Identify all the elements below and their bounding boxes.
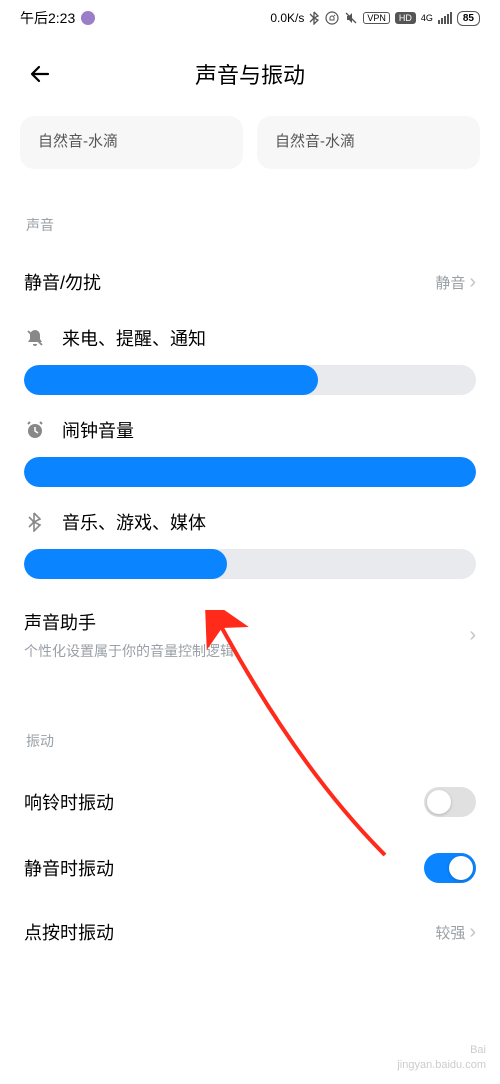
sound-assistant-row[interactable]: 声音助手 个性化设置属于你的音量控制逻辑 › [0, 587, 500, 675]
network-speed: 0.0K/s [270, 11, 304, 25]
signal-icon [438, 12, 452, 24]
ringtone-chip-left[interactable]: 自然音-水滴 [20, 116, 243, 169]
alarm-volume-label: 闹钟音量 [62, 417, 134, 443]
chevron-right-icon: › [469, 271, 476, 294]
ringtone-chip-right[interactable]: 自然音-水滴 [257, 116, 480, 169]
sound-section-label: 声音 [0, 179, 500, 253]
slider-fill [24, 457, 476, 487]
status-right: 0.0K/s VPN HD 4G 85 [270, 11, 480, 26]
slider-fill [24, 365, 318, 395]
chevron-right-icon: › [469, 921, 476, 944]
alarm-volume-slider[interactable] [24, 457, 476, 487]
sound-assistant-subtitle: 个性化设置属于你的音量控制逻辑 [24, 641, 234, 661]
page-header: 声音与振动 [0, 36, 500, 116]
notification-volume-slider[interactable] [24, 365, 476, 395]
tap-vibrate-row[interactable]: 点按时振动 较强 › [0, 901, 500, 961]
silent-vibrate-toggle[interactable] [424, 853, 476, 883]
status-left: 午后2:23 [20, 8, 95, 28]
silent-dnd-row[interactable]: 静音/勿扰 静音 › [0, 253, 500, 311]
network-type: 4G [421, 13, 433, 23]
chip-label: 自然音-水滴 [275, 133, 355, 150]
silent-dnd-value: 静音 › [435, 271, 476, 294]
tap-vibrate-value: 较强 › [435, 921, 476, 944]
slider-fill [24, 549, 227, 579]
chip-label: 自然音-水滴 [38, 133, 118, 150]
status-bar: 午后2:23 0.0K/s VPN HD 4G 85 [0, 0, 500, 36]
bell-mute-icon [24, 328, 46, 348]
mute-icon [344, 11, 358, 25]
media-volume-block: 音乐、游戏、媒体 [0, 495, 500, 587]
notification-volume-block: 来电、提醒、通知 [0, 311, 500, 403]
ring-vibrate-toggle[interactable] [424, 787, 476, 817]
hd-badge: HD [395, 12, 416, 24]
media-volume-label: 音乐、游戏、媒体 [62, 509, 206, 535]
sound-assistant-title: 声音助手 [24, 609, 234, 635]
alarm-clock-icon [24, 420, 46, 440]
watermark-line: jingyan.baidu.com [397, 1058, 486, 1072]
chevron-right-icon: › [469, 624, 476, 647]
toggle-knob [427, 790, 451, 814]
bluetooth-icon [24, 512, 46, 532]
orientation-lock-icon [325, 11, 339, 25]
status-time: 午后2:23 [20, 8, 75, 28]
silent-dnd-title: 静音/勿扰 [24, 269, 101, 295]
toggle-knob [449, 856, 473, 880]
watermark-line: Bai [397, 1043, 486, 1057]
silent-vibrate-row: 静音时振动 [0, 835, 500, 901]
battery-badge: 85 [457, 11, 480, 26]
vpn-badge: VPN [363, 12, 390, 24]
ring-vibrate-row: 响铃时振动 [0, 769, 500, 835]
silent-vibrate-label: 静音时振动 [24, 855, 114, 881]
bluetooth-icon [309, 11, 320, 25]
media-volume-slider[interactable] [24, 549, 476, 579]
back-button[interactable] [20, 54, 60, 94]
ring-vibrate-label: 响铃时振动 [24, 789, 114, 815]
watermark: Bai jingyan.baidu.com [397, 1043, 486, 1072]
value-text: 较强 [435, 922, 465, 943]
tap-vibrate-title: 点按时振动 [24, 919, 114, 945]
profile-icon [81, 11, 95, 25]
ringtone-chips: 自然音-水滴 自然音-水滴 [0, 116, 500, 179]
notification-volume-label: 来电、提醒、通知 [62, 325, 206, 351]
vibration-section-label: 振动 [0, 675, 500, 769]
alarm-volume-block: 闹钟音量 [0, 403, 500, 495]
page-title: 声音与振动 [195, 58, 305, 90]
value-text: 静音 [435, 272, 465, 293]
